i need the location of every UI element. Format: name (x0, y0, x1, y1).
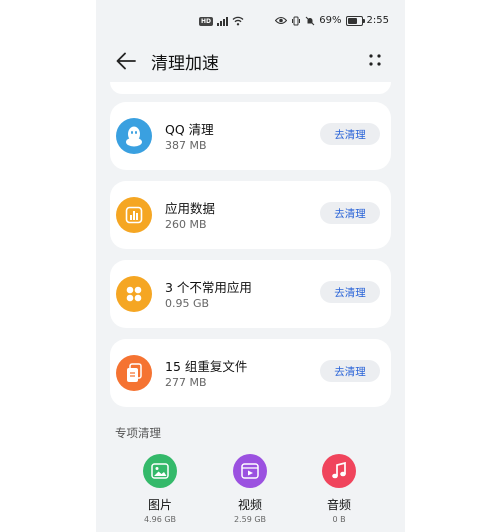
bar-chart-icon (116, 197, 152, 233)
clean-unused-apps-button[interactable]: 去清理 (320, 281, 380, 303)
qq-penguin-icon (116, 118, 152, 154)
image-icon (143, 454, 177, 488)
special-item-images[interactable]: 图片 4.96 GB (130, 454, 190, 524)
music-note-icon (322, 454, 356, 488)
status-right: 69% 2:55 (275, 15, 389, 26)
cleanup-card-qq: QQ 清理 387 MB 去清理 (110, 102, 391, 170)
cleanup-card-unused-apps: 3 个不常用应用 0.95 GB 去清理 (110, 260, 391, 328)
special-label: 图片 (147, 498, 172, 512)
app-header: 清理加速 (96, 44, 405, 78)
special-item-audio[interactable]: 音频 0 B (309, 454, 369, 524)
special-label: 视频 (237, 498, 262, 512)
special-label: 音频 (326, 498, 351, 512)
status-bar: HD 69% 2:55 (96, 0, 405, 44)
vibrate-icon (292, 16, 301, 25)
page-title: 清理加速 (151, 54, 219, 74)
app-grid-icon (116, 276, 152, 312)
card-title: 3 个不常用应用 (165, 280, 252, 295)
special-size: 2.59 GB (233, 515, 267, 524)
card-size: 260 MB (165, 218, 207, 231)
signal-icon (217, 16, 229, 26)
video-icon (233, 454, 267, 488)
phone-screen: HD 69% 2:55 清理加速 QQ 清理 387 MB 去清理 应用数据 2… (96, 0, 405, 532)
cleanup-card-duplicate-files: 15 组重复文件 277 MB 去清理 (110, 339, 391, 407)
card-title: QQ 清理 (165, 122, 214, 137)
section-title: 专项清理 (115, 426, 161, 440)
card-size: 277 MB (165, 376, 207, 389)
eye-icon (275, 16, 288, 25)
battery-percent: 69% (319, 15, 342, 26)
card-size: 387 MB (165, 139, 207, 152)
card-title: 15 组重复文件 (165, 359, 248, 374)
wifi-icon (232, 16, 244, 26)
cleanup-card-app-data: 应用数据 260 MB 去清理 (110, 181, 391, 249)
status-left: HD (199, 16, 244, 26)
special-size: 0 B (332, 515, 346, 524)
battery-icon (345, 15, 365, 26)
mute-bell-icon (305, 16, 315, 25)
hd-badge: HD (199, 16, 214, 26)
previous-card-edge (110, 82, 391, 94)
card-size: 0.95 GB (165, 297, 210, 310)
special-size: 4.96 GB (143, 515, 177, 524)
more-options-icon[interactable] (367, 52, 383, 68)
clean-app-data-button[interactable]: 去清理 (320, 202, 380, 224)
duplicate-file-icon (116, 355, 152, 391)
clock: 2:55 (366, 15, 389, 26)
battery-fill (347, 17, 357, 24)
clean-duplicate-files-button[interactable]: 去清理 (320, 360, 380, 382)
special-item-videos[interactable]: 视频 2.59 GB (220, 454, 280, 524)
card-title: 应用数据 (165, 201, 216, 216)
clean-qq-button[interactable]: 去清理 (320, 123, 380, 145)
back-arrow-icon[interactable] (115, 51, 137, 71)
